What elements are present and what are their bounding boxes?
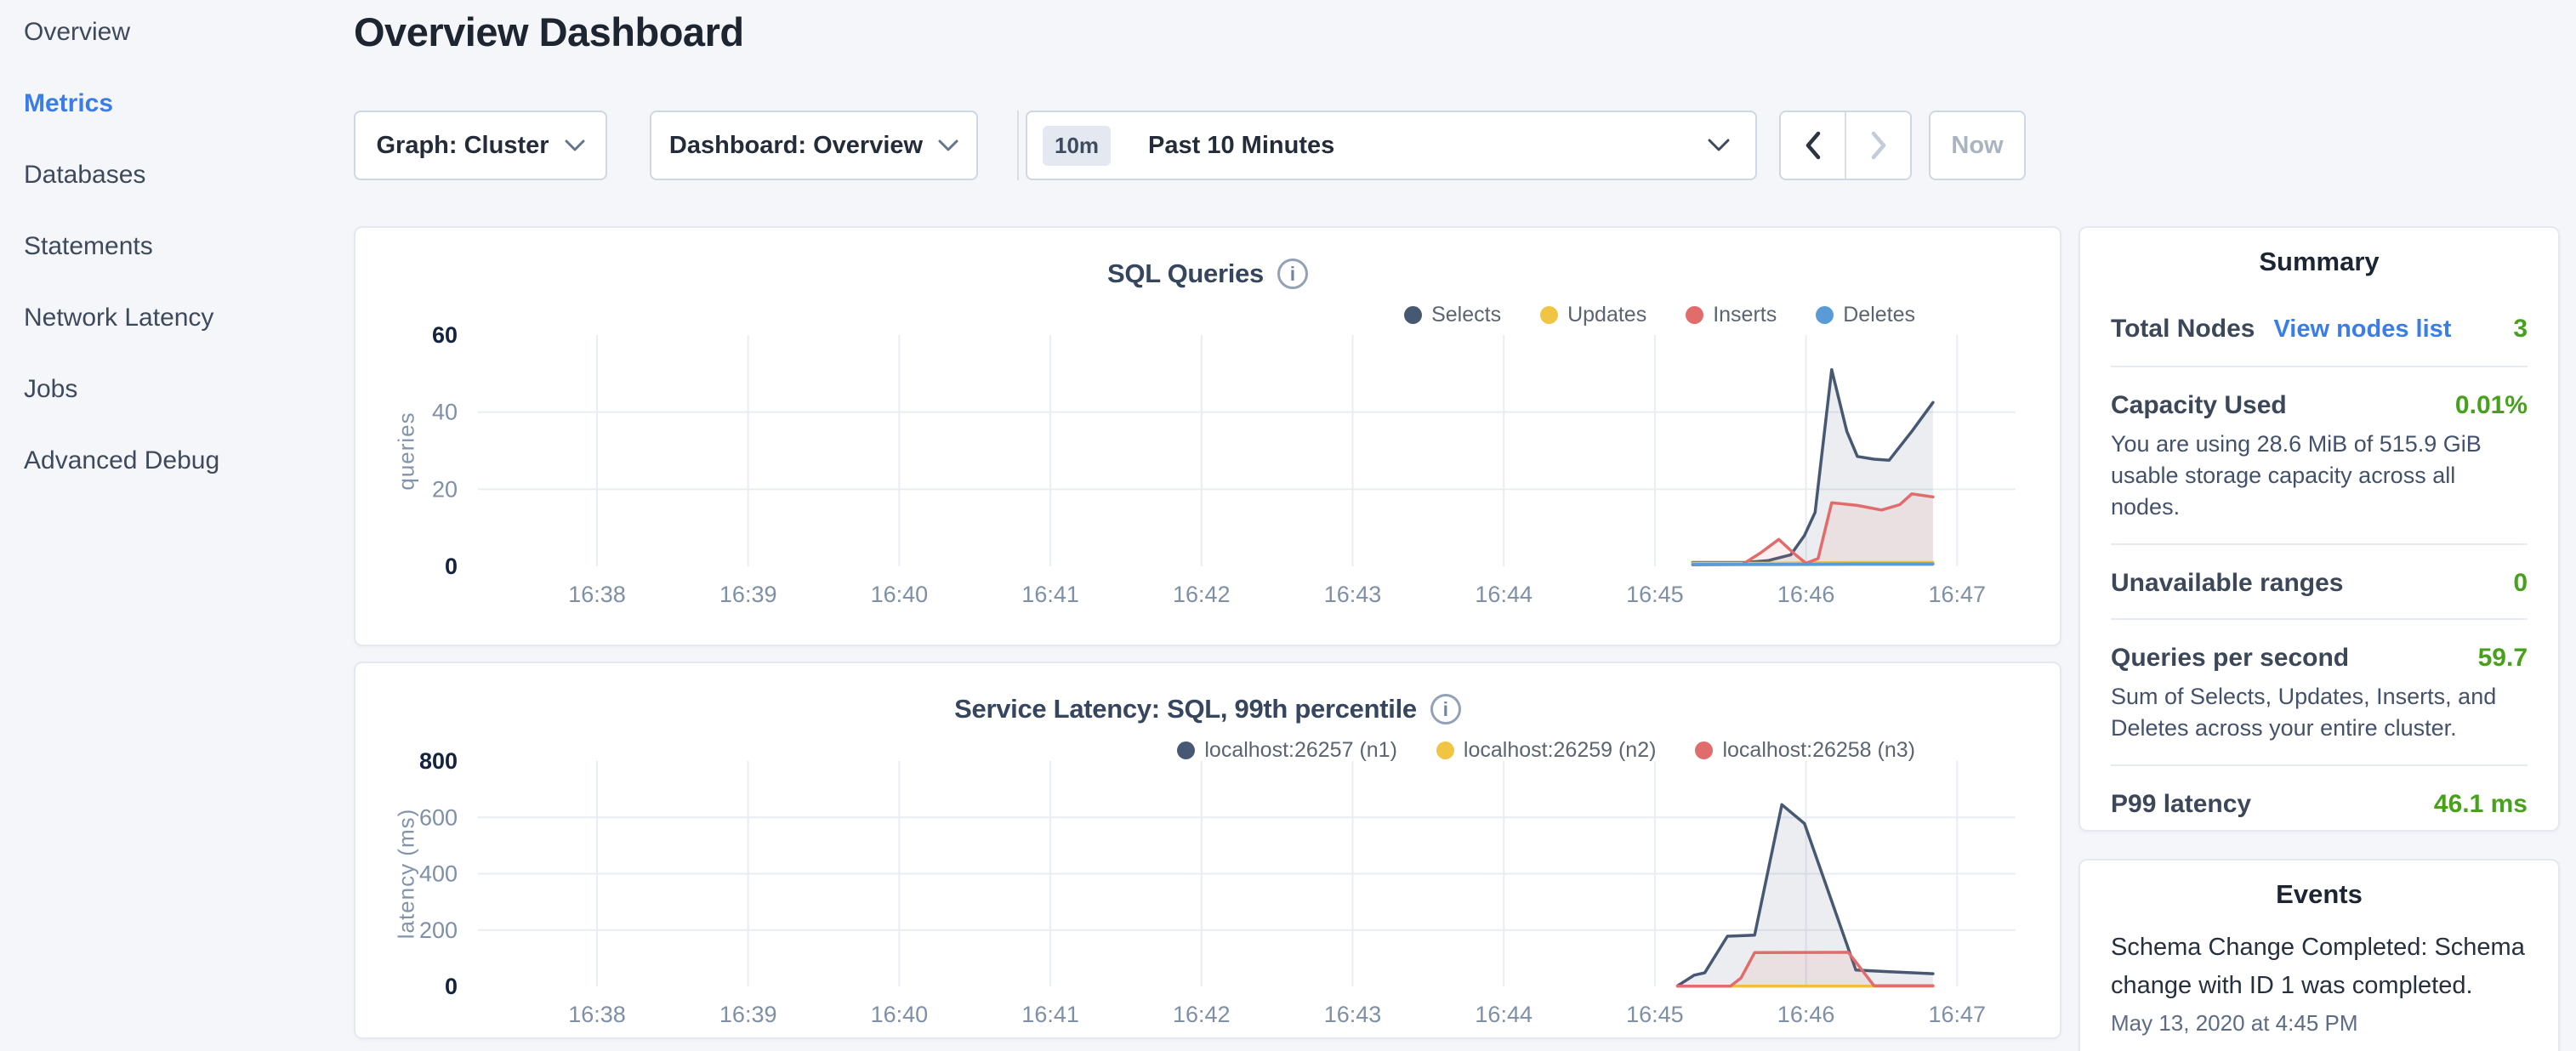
service-latency-chart-card: Service Latency: SQL, 99th percentile i …: [354, 662, 2061, 1039]
summary-row-total-nodes: Total Nodes View nodes list 3: [2111, 277, 2528, 367]
chevron-right-icon: [1870, 131, 1887, 160]
main-content: Overview Dashboard Graph: Cluster Dashbo…: [354, 0, 2061, 1051]
page-title: Overview Dashboard: [354, 9, 744, 55]
summary-label: Unavailable ranges: [2111, 569, 2343, 598]
sql-queries-chart-card: SQL Queries i Selects Updates Inserts: [354, 226, 2061, 646]
svg-text:16:47: 16:47: [1929, 582, 1987, 607]
graph-scope-dropdown[interactable]: Graph: Cluster: [354, 111, 607, 180]
sidebar-item-databases[interactable]: Databases: [24, 158, 340, 192]
svg-text:400: 400: [419, 861, 458, 887]
svg-text:16:39: 16:39: [719, 1002, 777, 1027]
svg-text:16:47: 16:47: [1929, 1002, 1987, 1027]
svg-text:16:40: 16:40: [871, 582, 929, 607]
svg-text:16:39: 16:39: [719, 582, 777, 607]
svg-text:16:43: 16:43: [1324, 582, 1382, 607]
time-range-selector[interactable]: 10m Past 10 Minutes: [1026, 111, 1757, 180]
app-root: Overview Metrics Databases Statements Ne…: [0, 0, 2576, 1051]
summary-title: Summary: [2080, 247, 2558, 277]
summary-value: 0: [2513, 569, 2528, 598]
svg-text:20: 20: [432, 476, 458, 502]
chevron-down-icon: [565, 139, 585, 152]
svg-text:600: 600: [419, 804, 458, 830]
time-range-badge: 10m: [1043, 126, 1111, 166]
svg-text:800: 800: [419, 748, 458, 774]
summary-label: Capacity Used: [2111, 391, 2287, 420]
chevron-left-icon: [1805, 131, 1822, 160]
summary-row-p99-latency: P99 latency 46.1 ms: [2111, 766, 2528, 844]
toolbar: Graph: Cluster Dashboard: Overview 10m P…: [354, 111, 2061, 180]
sidebar-item-statements[interactable]: Statements: [24, 230, 340, 264]
summary-panel: Summary Total Nodes View nodes list 3 Ca…: [2078, 226, 2560, 832]
svg-text:16:44: 16:44: [1475, 1002, 1533, 1027]
svg-text:0: 0: [445, 554, 458, 579]
time-back-button[interactable]: [1781, 112, 1846, 179]
svg-text:16:40: 16:40: [871, 1002, 929, 1027]
summary-label: Total Nodes: [2111, 315, 2255, 344]
svg-text:16:42: 16:42: [1173, 1002, 1231, 1027]
sidebar: Overview Metrics Databases Statements Ne…: [0, 0, 340, 1051]
svg-text:16:44: 16:44: [1475, 582, 1533, 607]
dashboard-dropdown[interactable]: Dashboard: Overview: [650, 111, 978, 180]
event-timestamp: May 13, 2020 at 4:45 PM: [2111, 1010, 2528, 1037]
summary-row-unavailable-ranges: Unavailable ranges 0: [2111, 545, 2528, 620]
sidebar-item-metrics[interactable]: Metrics: [24, 87, 340, 121]
time-pager: [1779, 111, 1912, 180]
svg-text:60: 60: [432, 322, 458, 348]
graph-scope-label: Graph: Cluster: [376, 132, 549, 160]
svg-text:16:46: 16:46: [1777, 1002, 1835, 1027]
right-sidebar: Summary Total Nodes View nodes list 3 Ca…: [2078, 226, 2560, 1051]
svg-text:16:41: 16:41: [1021, 582, 1079, 607]
events-panel: Events Schema Change Completed: Schema c…: [2078, 859, 2560, 1051]
svg-text:0: 0: [445, 974, 458, 999]
svg-text:40: 40: [432, 400, 458, 425]
sidebar-nav-list: Overview Metrics Databases Statements Ne…: [0, 0, 340, 478]
svg-text:16:41: 16:41: [1021, 1002, 1079, 1027]
summary-value: 46.1 ms: [2434, 790, 2528, 819]
time-range-label: Past 10 Minutes: [1148, 132, 1692, 160]
sidebar-item-overview[interactable]: Overview: [24, 15, 340, 49]
sidebar-item-jobs[interactable]: Jobs: [24, 372, 340, 406]
svg-text:16:46: 16:46: [1777, 582, 1835, 607]
svg-text:16:45: 16:45: [1626, 582, 1684, 607]
svg-text:16:43: 16:43: [1324, 1002, 1382, 1027]
events-title: Events: [2080, 879, 2558, 910]
now-button[interactable]: Now: [1929, 111, 2026, 180]
service-latency-plot-area: 16:38 16:39 16:40 16:41 16:42 16:43 16:44 16:45…: [355, 663, 2063, 1041]
summary-value: 0.01%: [2455, 391, 2528, 420]
svg-text:16:38: 16:38: [568, 1002, 626, 1027]
summary-subtext: You are using 28.6 MiB of 515.9 GiB usab…: [2111, 429, 2528, 523]
svg-text:16:45: 16:45: [1626, 1002, 1684, 1027]
chevron-down-icon: [1708, 139, 1730, 152]
toolbar-divider: [1017, 111, 1019, 180]
sidebar-item-network-latency[interactable]: Network Latency: [24, 301, 340, 335]
event-item[interactable]: Schema Change Completed: Schema change w…: [2111, 929, 2528, 1005]
dashboard-label: Dashboard: Overview: [669, 132, 923, 160]
view-nodes-list-link[interactable]: View nodes list: [2273, 315, 2451, 344]
summary-subtext: Sum of Selects, Updates, Inserts, and De…: [2111, 681, 2528, 744]
svg-text:16:42: 16:42: [1173, 582, 1231, 607]
summary-value: 3: [2513, 315, 2528, 344]
summary-label: P99 latency: [2111, 790, 2251, 819]
summary-label: Queries per second: [2111, 644, 2349, 673]
sidebar-item-advanced-debug[interactable]: Advanced Debug: [24, 444, 340, 478]
summary-row-queries-per-second: Queries per second 59.7 Sum of Selects, …: [2111, 620, 2528, 766]
svg-text:16:38: 16:38: [568, 582, 626, 607]
sql-queries-plot-area: 16:38 16:39 16:40 16:41 16:42 16:43 16:44 16:45…: [355, 228, 2063, 648]
chevron-down-icon: [938, 139, 958, 152]
svg-text:200: 200: [419, 917, 458, 943]
time-forward-button[interactable]: [1846, 112, 1910, 179]
summary-row-capacity-used: Capacity Used 0.01% You are using 28.6 M…: [2111, 367, 2528, 545]
summary-value: 59.7: [2478, 644, 2528, 673]
